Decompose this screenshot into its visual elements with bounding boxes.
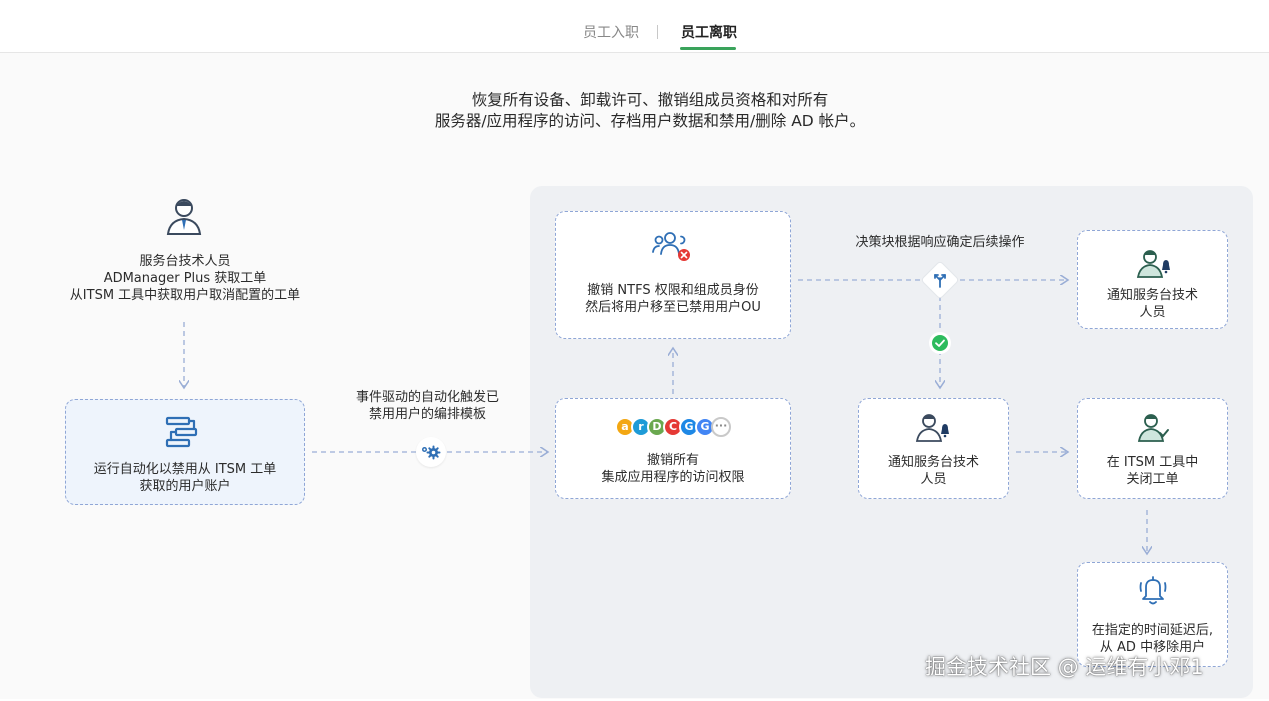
trigger-line-2: 禁用用户的编排模板 [368,407,486,422]
trigger-line-1: 事件驱动的自动化触发已 [355,390,499,405]
technician-icon [163,194,205,236]
close-ticket-line-2: 关闭工单 [1126,472,1179,487]
check-icon [929,332,951,354]
revoke-ntfs-line-2: 然后将用户移至已禁用用户OU [585,300,761,315]
notify-top-line-1: 通知服务台技术 [1106,288,1198,303]
watermark: 掘金技术社区 @ 运维有小邓1 [925,655,1204,679]
gear-icon [416,437,446,467]
app-logos-icon: a r D C G G ··· [615,417,735,439]
run-line-1: 运行自动化以禁用从 ITSM 工单 [93,462,277,477]
start-line-2: ADManager Plus 获取工单 [103,271,267,286]
notify-mid-line-1: 通知服务台技术 [887,455,979,470]
notify-top-box: 通知服务台技术 人员 [1077,230,1228,329]
technician-check-icon [1136,411,1170,443]
run-text: 运行自动化以禁用从 ITSM 工单 获取的用户账户 [66,461,304,495]
technician-bell-icon [914,411,950,443]
workflow-icon [164,414,200,450]
notify-mid-text: 通知服务台技术 人员 [859,454,1008,488]
revoke-apps-box: a r D C G G ··· 撤销所有 集成应用程序的访问权限 [555,398,791,499]
revoke-ntfs-line-1: 撤销 NTFS 权限和组成员身份 [587,283,759,298]
decision-icon [932,272,948,288]
revoke-apps-text: 撤销所有 集成应用程序的访问权限 [556,452,790,486]
technician-bell-icon [1135,247,1171,279]
run-line-2: 获取的用户账户 [139,479,231,494]
run-automation-box: 运行自动化以禁用从 ITSM 工单 获取的用户账户 [65,399,305,505]
notify-top-line-2: 人员 [1139,305,1166,320]
start-line-3: 从ITSM 工具中获取用户取消配置的工单 [69,288,301,303]
start-description: 服务台技术人员 ADManager Plus 获取工单 从ITSM 工具中获取用… [30,253,340,304]
revoke-ntfs-box: 撤销 NTFS 权限和组成员身份 然后将用户移至已禁用用户OU [555,211,791,339]
notify-mid-line-2: 人员 [920,472,947,487]
close-ticket-box: 在 ITSM 工具中 关闭工单 [1077,398,1228,499]
trigger-label: 事件驱动的自动化触发已 禁用用户的编排模板 [320,389,535,423]
decision-label: 决策块根据响应确定后续操作 [855,235,1025,250]
remove-user-line-1: 在指定的时间延迟后, [1091,623,1214,638]
users-revoke-icon [652,230,692,264]
close-ticket-line-1: 在 ITSM 工具中 [1106,455,1199,470]
more-apps-icon: ··· [711,417,731,437]
start-line-1: 服务台技术人员 [139,254,231,269]
close-ticket-text: 在 ITSM 工具中 关闭工单 [1078,454,1227,488]
revoke-ntfs-text: 撤销 NTFS 权限和组成员身份 然后将用户移至已禁用用户OU [556,282,790,316]
notify-top-text: 通知服务台技术 人员 [1078,287,1227,321]
revoke-apps-line-2: 集成应用程序的访问权限 [601,470,745,485]
revoke-apps-line-1: 撤销所有 [646,453,699,468]
notify-mid-box: 通知服务台技术 人员 [858,398,1009,499]
bell-icon [1138,574,1168,606]
